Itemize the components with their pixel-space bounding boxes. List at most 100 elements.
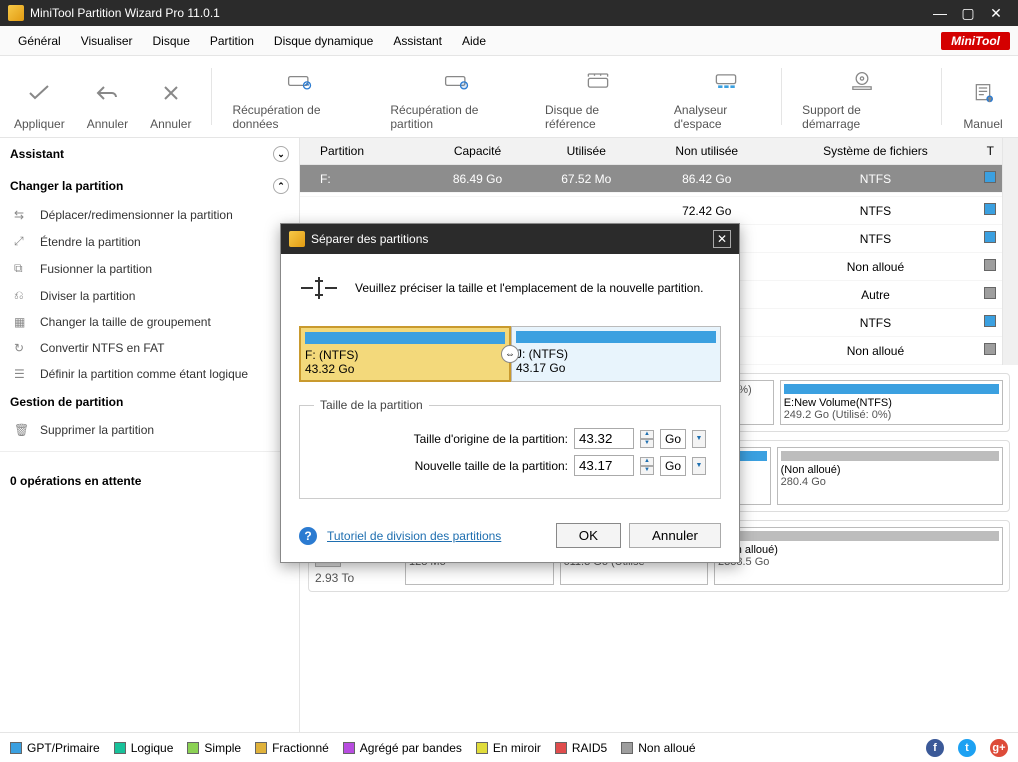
manual-button[interactable]: ? Manuel [958,62,1008,131]
undo-icon [95,77,119,109]
split-preview[interactable]: F: (NTFS) 43.32 Go J: (NTFS) 43.17 Go ⇔ [299,326,721,382]
sidebar-item-cluster[interactable]: ▦Changer la taille de groupement [0,309,299,335]
table-row[interactable]: F:86.49 Go67.52 Mo86.42 GoNTFS [300,165,1002,193]
minimize-button[interactable]: — [926,5,954,21]
document-help-icon: ? [962,77,1004,109]
trash-icon: 🗑 [14,423,30,437]
new-size-spinner[interactable]: ▲▼ [640,457,654,475]
apply-button[interactable]: Appliquer [10,62,69,131]
original-size-spinner[interactable]: ▲▼ [640,430,654,448]
sidebar-section-manage[interactable]: Gestion de partition [0,387,299,417]
close-button[interactable]: ✕ [982,5,1010,22]
table-row[interactable]: 72.42 GoNTFS [300,197,1002,225]
window-title: MiniTool Partition Wizard Pro 11.0.1 [30,6,926,20]
partition-size-fieldset: Taille de la partition Taille d'origine … [299,398,721,499]
original-size-unit-dropdown[interactable]: ▼ [692,430,706,448]
col-used[interactable]: Utilisée [532,138,641,165]
sidebar-item-move-resize[interactable]: ⇆Déplacer/redimensionner la partition [0,202,299,228]
x-icon [159,77,183,109]
table-scrollbar[interactable] [1002,138,1018,365]
new-size-label: Nouvelle taille de la partition: [314,459,568,473]
sidebar: Assistant ⌄ Changer la partition ⌃ ⇆Dépl… [0,138,300,732]
toolbar: Appliquer Annuler Annuler Récupération d… [0,56,1018,138]
benchmark-disk-button[interactable]: Disque de référence [541,62,656,131]
sidebar-item-delete[interactable]: 🗑Supprimer la partition [0,417,299,443]
sidebar-section-wizard[interactable]: Assistant ⌄ [0,138,299,170]
col-free[interactable]: Non utilisée [641,138,773,165]
tutorial-link[interactable]: Tutoriel de division des partitions [327,529,501,543]
legend-item: Agrégé par bandes [343,741,462,755]
menu-bar: Général Visualiser Disque Partition Disq… [0,26,1018,56]
partition-block[interactable]: (Non alloué)280.4 Go [777,447,1003,505]
help-icon[interactable]: ? [299,527,317,545]
original-size-label: Taille d'origine de la partition: [314,432,568,446]
col-fs[interactable]: Système de fichiers [773,138,979,165]
split-large-icon [299,268,339,308]
new-size-unit: Go [660,456,686,476]
legend-color-icon [187,742,199,754]
legend-color-icon [114,742,126,754]
legend-color-icon [343,742,355,754]
menu-help[interactable]: Aide [452,26,496,55]
new-size-unit-dropdown[interactable]: ▼ [692,457,706,475]
dialog-cancel-button[interactable]: Annuler [629,523,721,548]
status-bar: GPT/PrimaireLogiqueSimpleFractionnéAgrég… [0,732,1018,762]
original-size-input[interactable] [574,428,634,449]
grid-icon: ▦ [14,315,30,329]
split-drag-handle[interactable]: ⇔ [501,345,519,363]
dialog-title: Séparer des partitions [311,232,428,246]
menu-disk[interactable]: Disque [143,26,200,55]
sidebar-section-change[interactable]: Changer la partition ⌃ [0,170,299,202]
space-analyzer-button[interactable]: Analyseur d'espace [670,62,781,131]
pending-operations: 0 opérations en attente [0,451,299,498]
col-capacity[interactable]: Capacité [423,138,531,165]
col-type[interactable]: T [978,138,1002,165]
title-bar: MiniTool Partition Wizard Pro 11.0.1 — ▢… [0,0,1018,26]
menu-dynamic-disk[interactable]: Disque dynamique [264,26,383,55]
chevron-up-icon: ⌃ [273,178,289,194]
new-size-input[interactable] [574,455,634,476]
legend-item: RAID5 [555,741,607,755]
legend-item: Simple [187,741,241,755]
split-right-partition: J: (NTFS) 43.17 Go [511,326,721,382]
legend-item: Fractionné [255,741,329,755]
col-partition[interactable]: Partition [300,138,423,165]
legend-item: En miroir [476,741,541,755]
dialog-title-bar[interactable]: Séparer des partitions ✕ [281,224,739,254]
sidebar-item-convert[interactable]: ↻Convertir NTFS en FAT [0,335,299,361]
split-icon: ⎌ [14,288,30,303]
google-plus-icon[interactable]: g+ [990,739,1008,757]
menu-wizard[interactable]: Assistant [383,26,452,55]
sidebar-item-extend[interactable]: ⤢Étendre la partition [0,228,299,255]
check-icon [27,77,51,109]
dialog-message: Veuillez préciser la taille et l'emplace… [355,281,703,295]
legend-color-icon [255,742,267,754]
menu-general[interactable]: Général [8,26,71,55]
split-partition-dialog: Séparer des partitions ✕ Veuillez précis… [280,223,740,563]
bootable-media-button[interactable]: Support de démarrage [798,62,925,131]
legend-color-icon [621,742,633,754]
cancel-button[interactable]: Annuler [146,62,195,131]
dialog-close-button[interactable]: ✕ [713,230,731,248]
menu-partition[interactable]: Partition [200,26,264,55]
partition-block[interactable]: E:New Volume(NTFS)249.2 Go (Utilisé: 0%) [780,380,1003,425]
app-icon [8,5,24,21]
twitter-icon[interactable]: t [958,739,976,757]
legend-color-icon [10,742,22,754]
data-recovery-button[interactable]: Récupération de données [228,62,372,131]
legend-color-icon [476,742,488,754]
resize-icon: ⇆ [14,208,30,222]
facebook-icon[interactable]: f [926,739,944,757]
partition-block[interactable]: (Non alloué)2388.5 Go [714,527,1003,585]
sidebar-item-merge[interactable]: ⧉Fusionner la partition [0,255,299,282]
hdd-bars-icon [705,66,747,95]
hdd-measure-icon [577,66,619,95]
sidebar-item-split[interactable]: ⎌Diviser la partition [0,282,299,309]
menu-view[interactable]: Visualiser [71,26,143,55]
partition-recovery-button[interactable]: Récupération de partition [386,62,527,131]
sidebar-item-set-logical[interactable]: ☰Définir la partition comme étant logiqu… [0,361,299,387]
ok-button[interactable]: OK [556,523,621,548]
hdd-cycle-icon [436,66,478,95]
undo-button[interactable]: Annuler [83,62,132,131]
maximize-button[interactable]: ▢ [954,5,982,22]
